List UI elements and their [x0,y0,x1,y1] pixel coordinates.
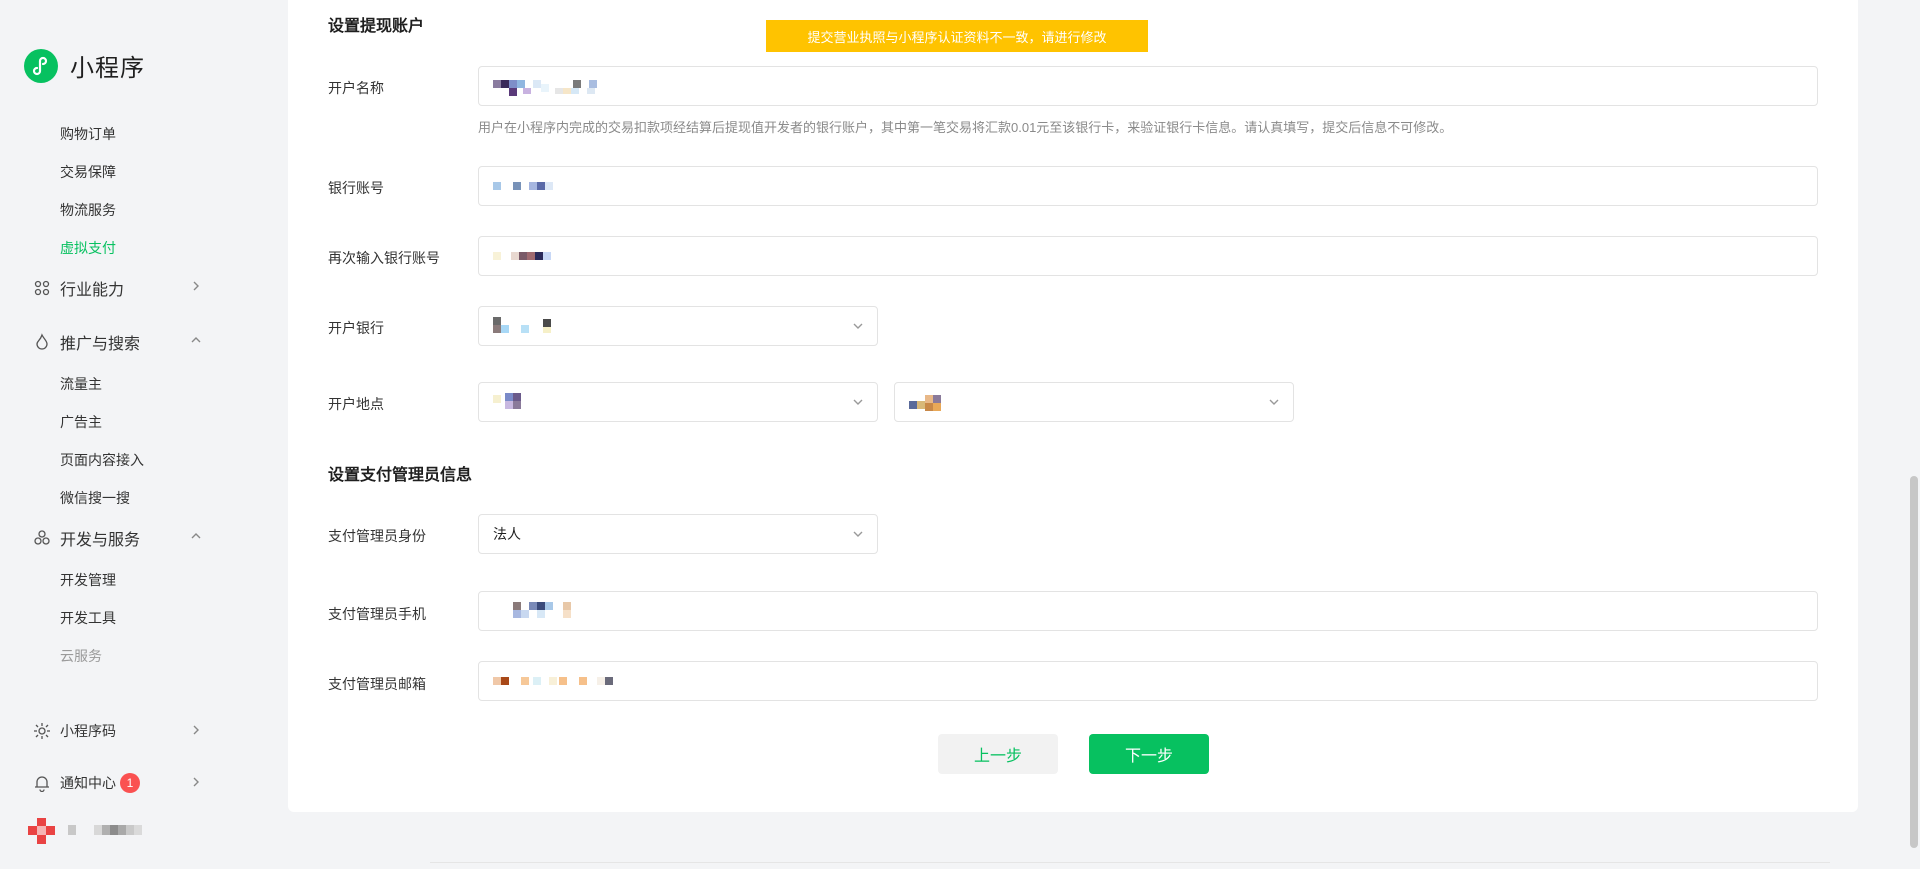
admin-identity-value: 法人 [493,526,521,542]
app-title: 小程序 [70,55,145,82]
admin-identity-select[interactable]: 法人 [478,514,878,554]
sidebar-item-label: 小程序码 [60,723,116,739]
chevron-down-icon [851,395,865,414]
dev-service-icon [32,528,52,548]
chevron-up-icon [190,333,202,351]
page-scrollbar[interactable] [1910,476,1918,848]
admin-email-label: 支付管理员邮箱 [328,676,426,692]
admin-identity-label: 支付管理员身份 [328,528,426,544]
section-title-payment-admin: 设置支付管理员信息 [328,467,473,484]
redacted-value [493,393,521,409]
admin-email-field[interactable] [478,661,1818,701]
chevron-down-icon [851,319,865,338]
scroll-fade [0,660,288,700]
sidebar-item-page-content[interactable]: 页面内容接入 [60,450,144,470]
bank-account-label: 银行账号 [328,180,384,196]
admin-phone-label: 支付管理员手机 [328,606,426,622]
sidebar-group-label: 推广与搜索 [60,336,141,353]
bank-select[interactable] [478,306,878,346]
notification-count-badge: 1 [120,773,140,793]
redacted-value [909,395,941,411]
chevron-up-icon [190,529,202,547]
chevron-down-icon [1267,395,1281,414]
account-name-label: 开户名称 [328,80,384,96]
form-card: 提交营业执照与小程序认证资料不一致，请进行修改 设置提现账户 开户名称 用户在小… [288,0,1858,812]
account-name-pixelated [68,822,168,840]
admin-phone-field[interactable] [478,591,1818,631]
bank-account-field[interactable] [478,166,1818,206]
section-title-withdraw-account: 设置提现账户 [328,18,425,35]
footer-divider [430,862,1830,863]
sidebar-item-label: 通知中心 [60,775,116,791]
sidebar-item-virtual-payment[interactable]: 虚拟支付 [60,238,116,258]
redacted-value [493,80,597,96]
app-logo[interactable]: 小程序 [24,48,145,83]
qr-sun-icon [32,721,52,741]
redacted-value [493,252,551,260]
chevron-right-icon [190,723,202,739]
avatar [28,818,56,844]
sidebar-item-notification-center[interactable]: 通知中心 1 [32,773,202,793]
previous-step-button[interactable]: 上一步 [938,734,1058,774]
sidebar-group-dev-service[interactable]: 开发与服务 [32,526,202,550]
chevron-right-icon [190,279,202,297]
sidebar-item-traffic-owner[interactable]: 流量主 [60,374,102,394]
bank-label: 开户银行 [328,320,384,336]
sidebar-item-shopping-orders[interactable]: 购物订单 [60,124,116,144]
mini-program-logo-icon [24,48,58,83]
sidebar-item-wechat-search[interactable]: 微信搜一搜 [60,488,130,508]
location-label: 开户地点 [328,396,384,412]
redacted-value [493,317,551,333]
sidebar-item-trade-protection[interactable]: 交易保障 [60,162,116,182]
sidebar-item-dev-tools[interactable]: 开发工具 [60,608,116,628]
sidebar-item-logistics[interactable]: 物流服务 [60,200,116,220]
next-step-button[interactable]: 下一步 [1089,734,1209,774]
redacted-value [493,182,553,190]
chevron-right-icon [190,775,202,791]
sidebar-item-dev-management[interactable]: 开发管理 [60,570,116,590]
warning-toast: 提交营业执照与小程序认证资料不一致，请进行修改 [766,20,1148,52]
redacted-value [513,602,571,618]
sidebar-item-mini-program-code[interactable]: 小程序码 [32,721,202,741]
chevron-down-icon [851,527,865,546]
sidebar-group-promotion[interactable]: 推广与搜索 [32,330,202,354]
redacted-value [493,677,613,685]
account-row[interactable] [28,818,168,844]
bank-account-repeat-field[interactable] [478,236,1818,276]
sidebar-group-label: 开发与服务 [60,532,141,549]
sidebar-group-industry[interactable]: 行业能力 [32,276,202,300]
account-name-hint: 用户在小程序内完成的交易扣款项经结算后提现值开发者的银行账户，其中第一笔交易将汇… [478,120,1453,135]
bank-account-repeat-label: 再次输入银行账号 [328,250,440,266]
account-name-field[interactable] [478,66,1818,106]
sidebar-item-advertiser[interactable]: 广告主 [60,412,102,432]
province-select[interactable] [478,382,878,422]
industry-icon [32,278,52,298]
city-select[interactable] [894,382,1294,422]
flame-icon [32,332,52,352]
bell-icon [32,773,52,793]
sidebar: 小程序 购物订单 交易保障 物流服务 虚拟支付 行业能力 推广与搜索 流量主 广… [0,0,288,869]
sidebar-group-label: 行业能力 [60,282,125,299]
